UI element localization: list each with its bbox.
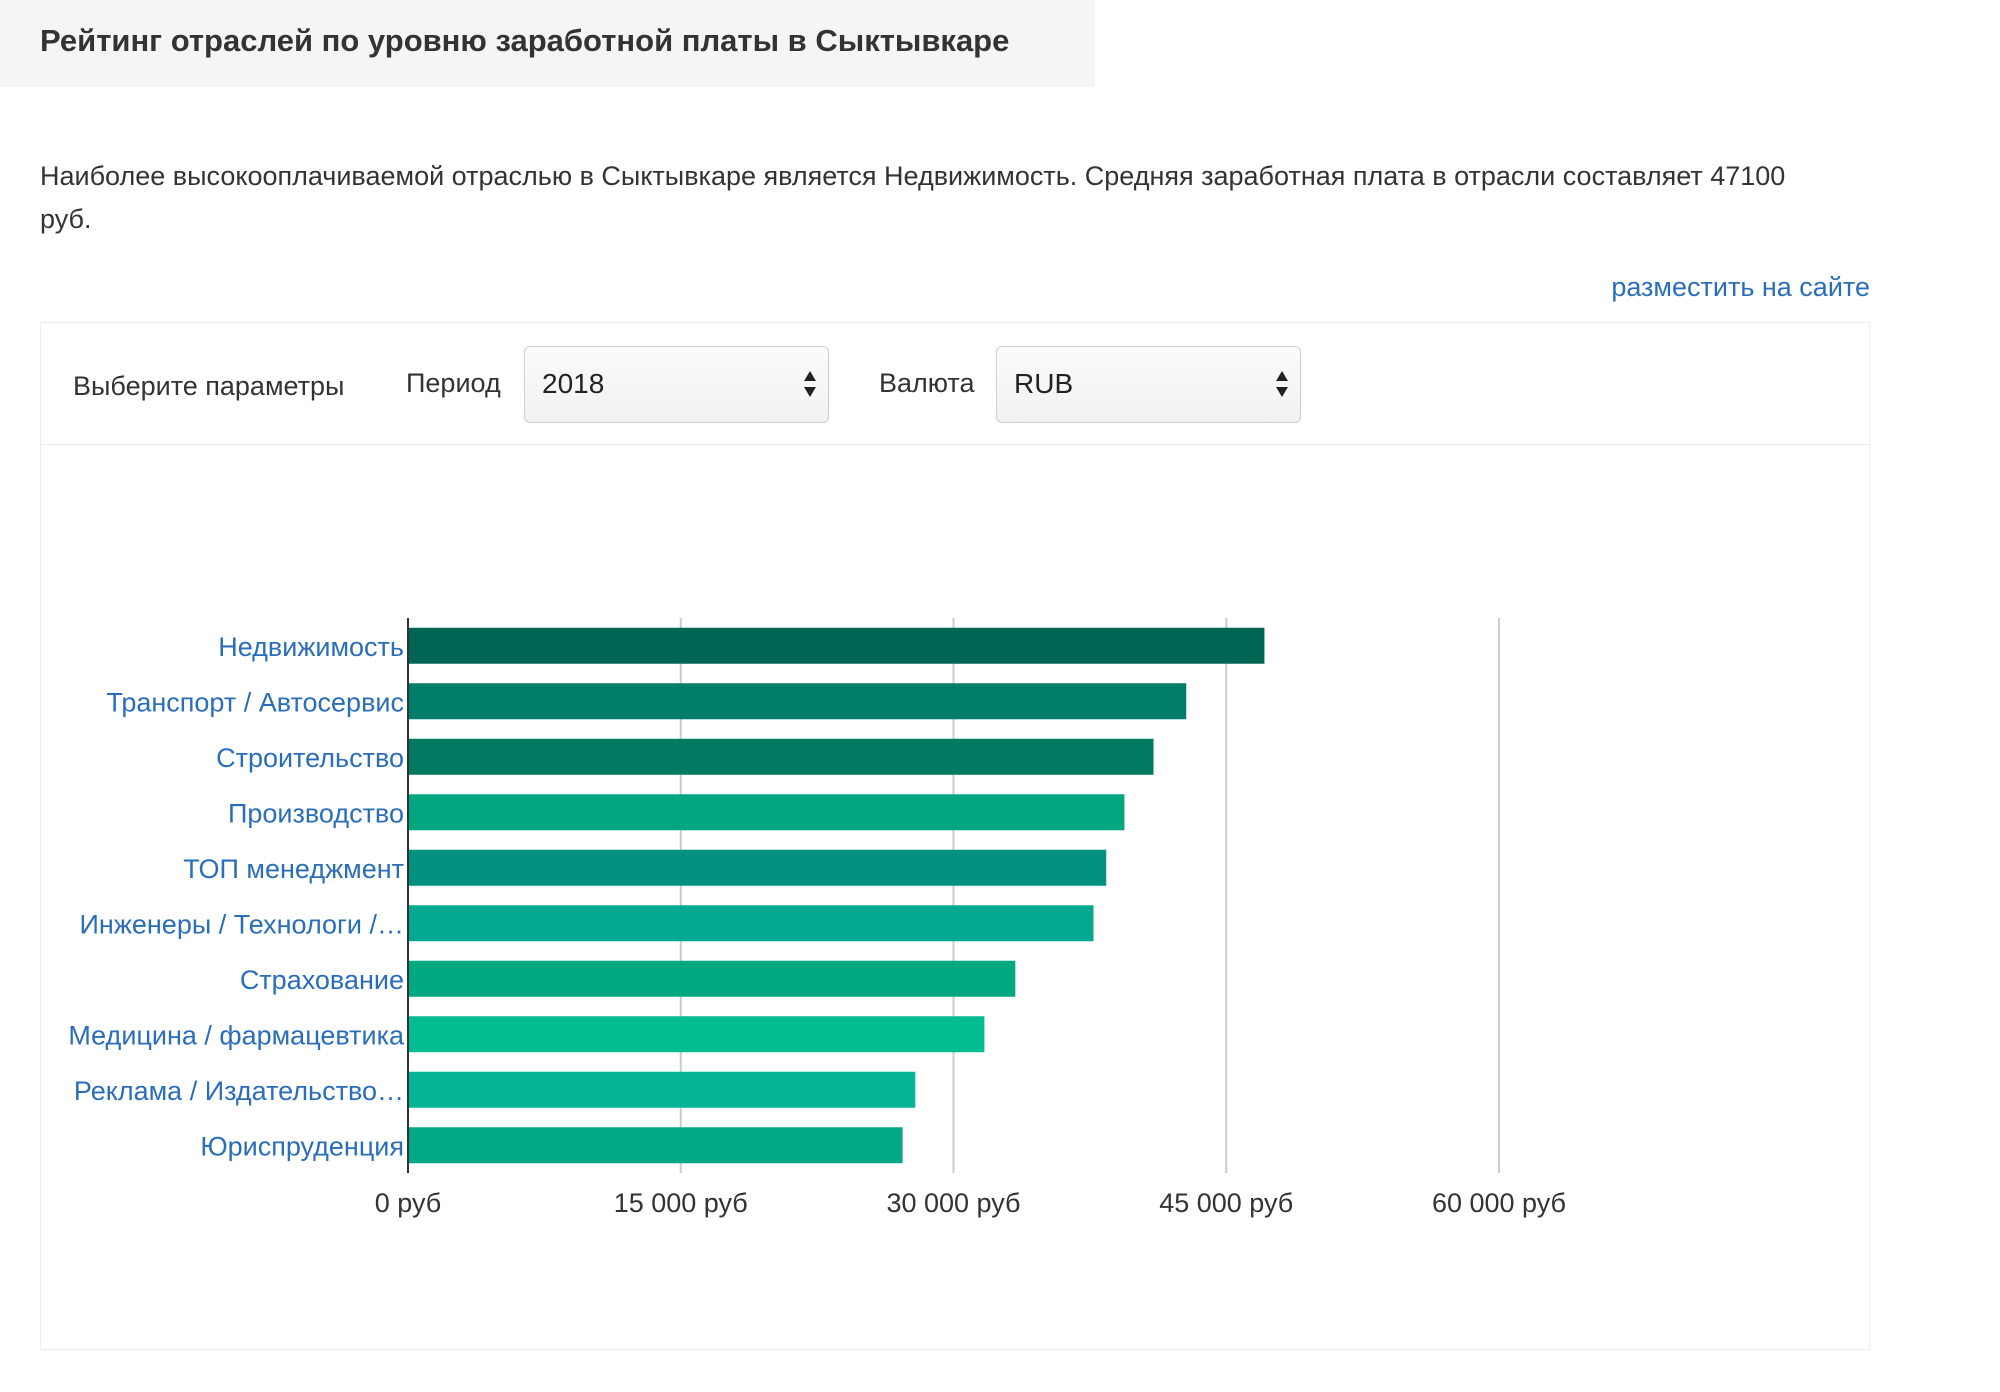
- x-tick-label: 45 000 руб: [1159, 1188, 1293, 1218]
- salary-bar-chart: Недвижимость Транспорт / Автосервис Строит…: [68, 618, 1566, 1218]
- bar: [408, 1071, 916, 1108]
- category-label[interactable]: Юриспруденция: [200, 1131, 404, 1161]
- x-tick-label: 0 руб: [375, 1188, 442, 1218]
- x-tick-label: 30 000 руб: [886, 1188, 1020, 1218]
- category-label[interactable]: Реклама / Издательство…: [74, 1076, 404, 1106]
- bar: [408, 849, 1107, 886]
- x-tick-label: 15 000 руб: [614, 1188, 748, 1218]
- category-label[interactable]: Инженеры / Технологи /…: [80, 909, 405, 939]
- bar: [408, 905, 1094, 942]
- bar: [408, 1016, 985, 1053]
- category-label[interactable]: Транспорт / Автосервис: [106, 687, 404, 717]
- category-label[interactable]: Строительство: [216, 743, 404, 773]
- bar: [408, 960, 1016, 997]
- x-tick-label: 60 000 руб: [1432, 1188, 1566, 1218]
- page: Рейтинг отраслей по уровню заработной пл…: [0, 0, 2000, 1392]
- category-label[interactable]: Медицина / фармацевтика: [68, 1020, 405, 1050]
- bar: [408, 794, 1125, 831]
- category-label[interactable]: Производство: [228, 798, 404, 828]
- category-label[interactable]: ТОП менеджмент: [183, 854, 404, 884]
- bar: [408, 738, 1154, 775]
- category-label[interactable]: Страхование: [240, 965, 404, 995]
- category-label[interactable]: Недвижимость: [218, 632, 404, 662]
- bar: [408, 683, 1187, 720]
- bar: [408, 1127, 903, 1164]
- bar: [408, 627, 1265, 664]
- chart-wrap: Недвижимость Транспорт / Автосервис Строит…: [0, 0, 2000, 1392]
